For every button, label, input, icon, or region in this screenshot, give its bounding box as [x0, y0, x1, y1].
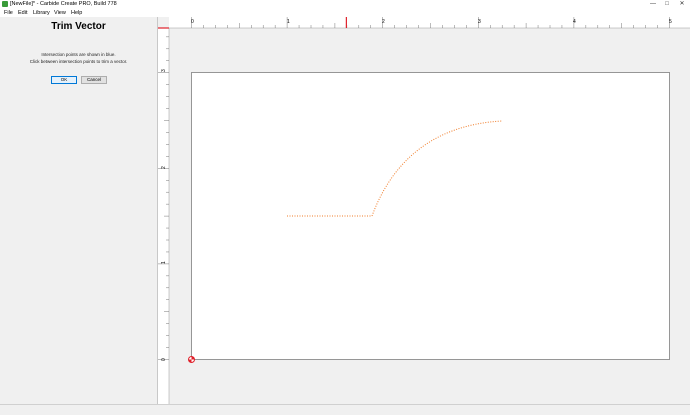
cancel-button[interactable]: Cancel: [81, 76, 107, 84]
instruction-line-1: Intersection points are shown in blue.: [41, 52, 116, 57]
ruler-y-label: 3: [161, 69, 167, 72]
title-bar: [NewFile]* - Carbide Create PRO, Build 7…: [0, 0, 690, 9]
material-stock[interactable]: [191, 72, 670, 360]
ruler-x-label: 3: [478, 19, 481, 25]
ruler-y-label: 0: [161, 358, 167, 361]
menu-library[interactable]: Library: [33, 10, 50, 16]
minimize-button[interactable]: —: [646, 0, 660, 9]
status-bar: [0, 404, 690, 415]
menu-help[interactable]: Help: [71, 10, 82, 16]
ruler-x-label: 4: [573, 19, 576, 25]
menu-view[interactable]: View: [54, 10, 66, 16]
menu-bar: File Edit Library View Help: [0, 9, 690, 17]
ruler-x-label: 0: [191, 19, 194, 25]
panel-title: Trim Vector: [51, 21, 106, 32]
ruler-x-label: 2: [382, 19, 385, 25]
menu-edit[interactable]: Edit: [18, 10, 27, 16]
ruler-y-label: 2: [161, 166, 167, 169]
trim-vector-panel: Trim Vector Intersection points are show…: [0, 17, 158, 404]
carbide-app-icon: [2, 1, 8, 7]
ruler-y-label: 1: [161, 261, 167, 264]
menu-file[interactable]: File: [4, 10, 13, 16]
ruler-x-label: 5: [669, 19, 672, 25]
ok-button[interactable]: OK: [51, 76, 77, 84]
canvas-svg[interactable]: 0 1 2 3 4 5 3 2 1 0: [158, 17, 690, 404]
horizontal-ruler: [158, 17, 690, 28]
instruction-line-2: Click between intersection points to tri…: [29, 59, 128, 64]
window-title: [NewFile]* - Carbide Create PRO, Build 7…: [10, 1, 117, 7]
origin-marker-icon: [188, 356, 195, 363]
close-button[interactable]: ✕: [675, 0, 689, 9]
ruler-corner: [158, 17, 169, 28]
design-canvas-area[interactable]: 0 1 2 3 4 5 3 2 1 0: [158, 17, 690, 404]
maximize-button[interactable]: □: [660, 0, 674, 9]
ruler-x-label: 1: [287, 19, 290, 25]
